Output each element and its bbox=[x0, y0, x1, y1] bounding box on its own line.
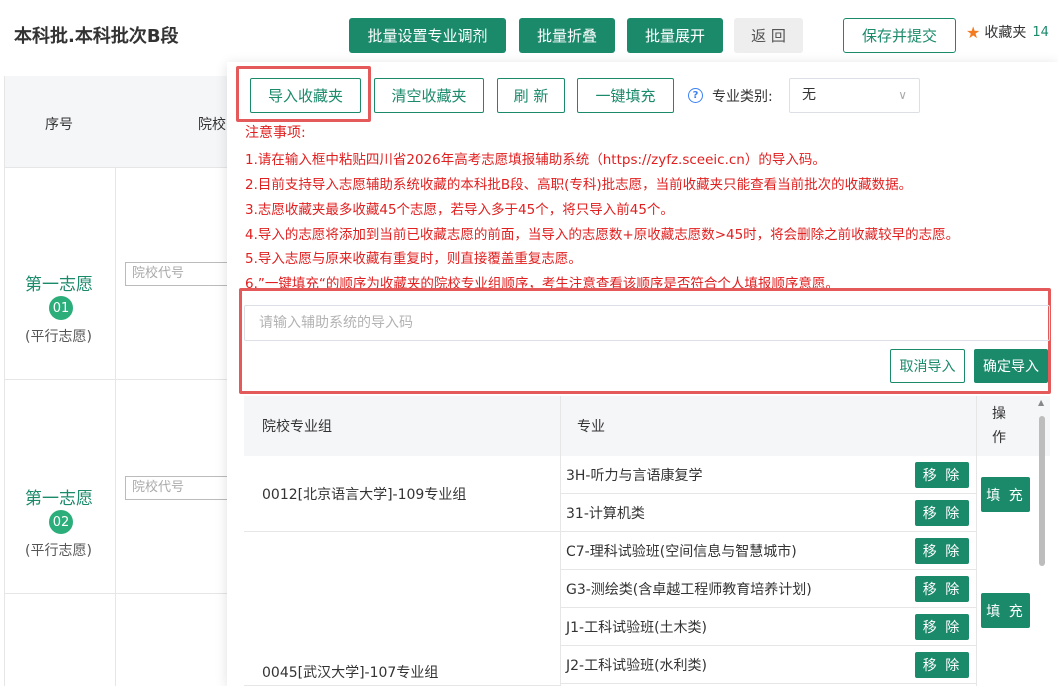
cancel-import-button[interactable]: 取消导入 bbox=[890, 349, 965, 383]
remove-button[interactable]: 移 除 bbox=[915, 614, 969, 640]
category-label: 专业类别: bbox=[712, 89, 773, 105]
note-item: 3.志愿收藏夹最多收藏45个志愿，若导入多于45个，将只导入前45个。 bbox=[245, 202, 674, 218]
major-row: C7-理科试验班(空间信息与智慧城市) 移 除 bbox=[560, 532, 976, 570]
favorites-label: 收藏夹 bbox=[984, 25, 1027, 41]
scrollbar[interactable]: ▲ bbox=[1038, 398, 1045, 676]
note-item: 4.导入的志愿将添加到当前已收藏志愿的前面，当导入的志愿数+原收藏志愿数>45时… bbox=[245, 227, 960, 243]
remove-button[interactable]: 移 除 bbox=[915, 500, 969, 526]
group-cell: 0012[北京语言大学]-109专业组 bbox=[244, 456, 560, 532]
col-group-header: 院校专业组 bbox=[262, 419, 332, 435]
scroll-up-icon[interactable]: ▲ bbox=[1038, 398, 1044, 407]
remove-button[interactable]: 移 除 bbox=[915, 538, 969, 564]
major-row: G3-测绘类(含卓越工程师教育培养计划) 移 除 bbox=[560, 570, 976, 608]
volunteer-title: 第一志愿 bbox=[25, 275, 93, 295]
fill-button[interactable]: 填 充 bbox=[981, 593, 1030, 628]
group-name: 0045[武汉大学]-107专业组 bbox=[262, 665, 439, 681]
col-school-header: 院校 bbox=[198, 117, 226, 133]
category-value: 无 bbox=[802, 87, 816, 103]
column-divider bbox=[976, 396, 977, 686]
major-name: 31-计算机类 bbox=[566, 506, 645, 522]
major-name: J1-工科试验班(土木类) bbox=[566, 620, 708, 636]
volunteer-type: (平行志愿) bbox=[25, 329, 92, 345]
remove-button[interactable]: 移 除 bbox=[915, 462, 969, 488]
one-click-fill-button[interactable]: 一键填充 bbox=[577, 78, 674, 113]
notes-title: 注意事项: bbox=[245, 125, 306, 141]
major-row: J1-工科试验班(土木类) 移 除 bbox=[560, 608, 976, 646]
batch-expand-button[interactable]: 批量展开 bbox=[627, 18, 723, 53]
volunteer-type: (平行志愿) bbox=[25, 543, 92, 559]
category-select[interactable]: 无 ∨ bbox=[789, 78, 920, 113]
refresh-button[interactable]: 刷 新 bbox=[497, 78, 565, 113]
question-icon[interactable]: ? bbox=[688, 88, 703, 103]
major-name: 3H-听力与言语康复学 bbox=[566, 468, 703, 484]
favorites-count: 14 bbox=[1032, 24, 1049, 40]
clear-favorites-button[interactable]: 清空收藏夹 bbox=[374, 78, 484, 113]
volunteer-title: 第一志愿 bbox=[25, 489, 93, 509]
note-item: 5.导入志愿与原来收藏有重复时，则直接覆盖重复志愿。 bbox=[245, 251, 582, 267]
back-button[interactable]: 返 回 bbox=[734, 18, 803, 53]
favorites-table-header: 院校专业组 专业 操作 bbox=[244, 396, 1050, 456]
confirm-import-button[interactable]: 确定导入 bbox=[974, 349, 1048, 383]
chevron-down-icon: ∨ bbox=[898, 88, 907, 102]
star-icon: ★ bbox=[966, 22, 981, 42]
import-favorites-button[interactable]: 导入收藏夹 bbox=[250, 78, 361, 113]
col-op-header: 操作 bbox=[992, 406, 1006, 446]
batch-collapse-button[interactable]: 批量折叠 bbox=[519, 18, 615, 53]
major-row: J2-工科试验班(水利类) 移 除 bbox=[560, 646, 976, 684]
page-title: 本科批.本科批次B段 bbox=[14, 26, 179, 47]
volunteer-table: 序号 院校 第一志愿 01 (平行志愿) 院校代号 第一志愿 02 (平行志愿)… bbox=[4, 76, 245, 686]
volunteer-table-header: 序号 院校 bbox=[5, 76, 245, 168]
col-seq-header: 序号 bbox=[45, 117, 73, 133]
fill-button[interactable]: 填 充 bbox=[981, 477, 1030, 512]
note-item: 2.目前支持导入志愿辅助系统收藏的本科批B段、高职(专科)批志愿，当前收藏夹只能… bbox=[245, 177, 913, 193]
save-submit-button[interactable]: 保存并提交 bbox=[843, 18, 956, 53]
major-row: 3H-听力与言语康复学 移 除 bbox=[560, 456, 976, 494]
favorites-toggle[interactable]: ★ 收藏夹 14 bbox=[966, 22, 1049, 42]
volunteer-number-badge: 02 bbox=[49, 510, 73, 534]
note-item: 1.请在输入框中粘贴四川省2026年高考志愿填报辅助系统（https://zyf… bbox=[245, 152, 826, 168]
major-name: G3-测绘类(含卓越工程师教育培养计划) bbox=[566, 582, 812, 598]
volunteer-number-badge: 01 bbox=[49, 296, 73, 320]
group-cell: 0045[武汉大学]-107专业组 bbox=[244, 532, 560, 686]
favorites-panel: 导入收藏夹 清空收藏夹 刷 新 一键填充 ? 专业类别: 无 ∨ 注意事项: 1… bbox=[227, 62, 1058, 686]
major-row: 31-计算机类 移 除 bbox=[560, 494, 976, 532]
group-name: 0012[北京语言大学]-109专业组 bbox=[262, 487, 467, 503]
import-code-input[interactable]: 请输入辅助系统的导入码 bbox=[244, 305, 1050, 341]
remove-button[interactable]: 移 除 bbox=[915, 576, 969, 602]
favorites-table: 院校专业组 专业 操作 0012[北京语言大学]-109专业组 3H-听力与言语… bbox=[244, 396, 1050, 686]
batch-set-adjust-button[interactable]: 批量设置专业调剂 bbox=[349, 18, 506, 53]
major-name: J2-工科试验班(水利类) bbox=[566, 658, 708, 674]
remove-button[interactable]: 移 除 bbox=[915, 652, 969, 678]
volunteer-row: 第一志愿 02 (平行志愿) 院校代号 bbox=[5, 380, 245, 594]
scrollbar-thumb[interactable] bbox=[1039, 416, 1045, 566]
col-major-header: 专业 bbox=[577, 419, 605, 435]
major-name: C7-理科试验班(空间信息与智慧城市) bbox=[566, 544, 797, 560]
volunteer-row: 第一志愿 01 (平行志愿) 院校代号 bbox=[5, 168, 245, 380]
